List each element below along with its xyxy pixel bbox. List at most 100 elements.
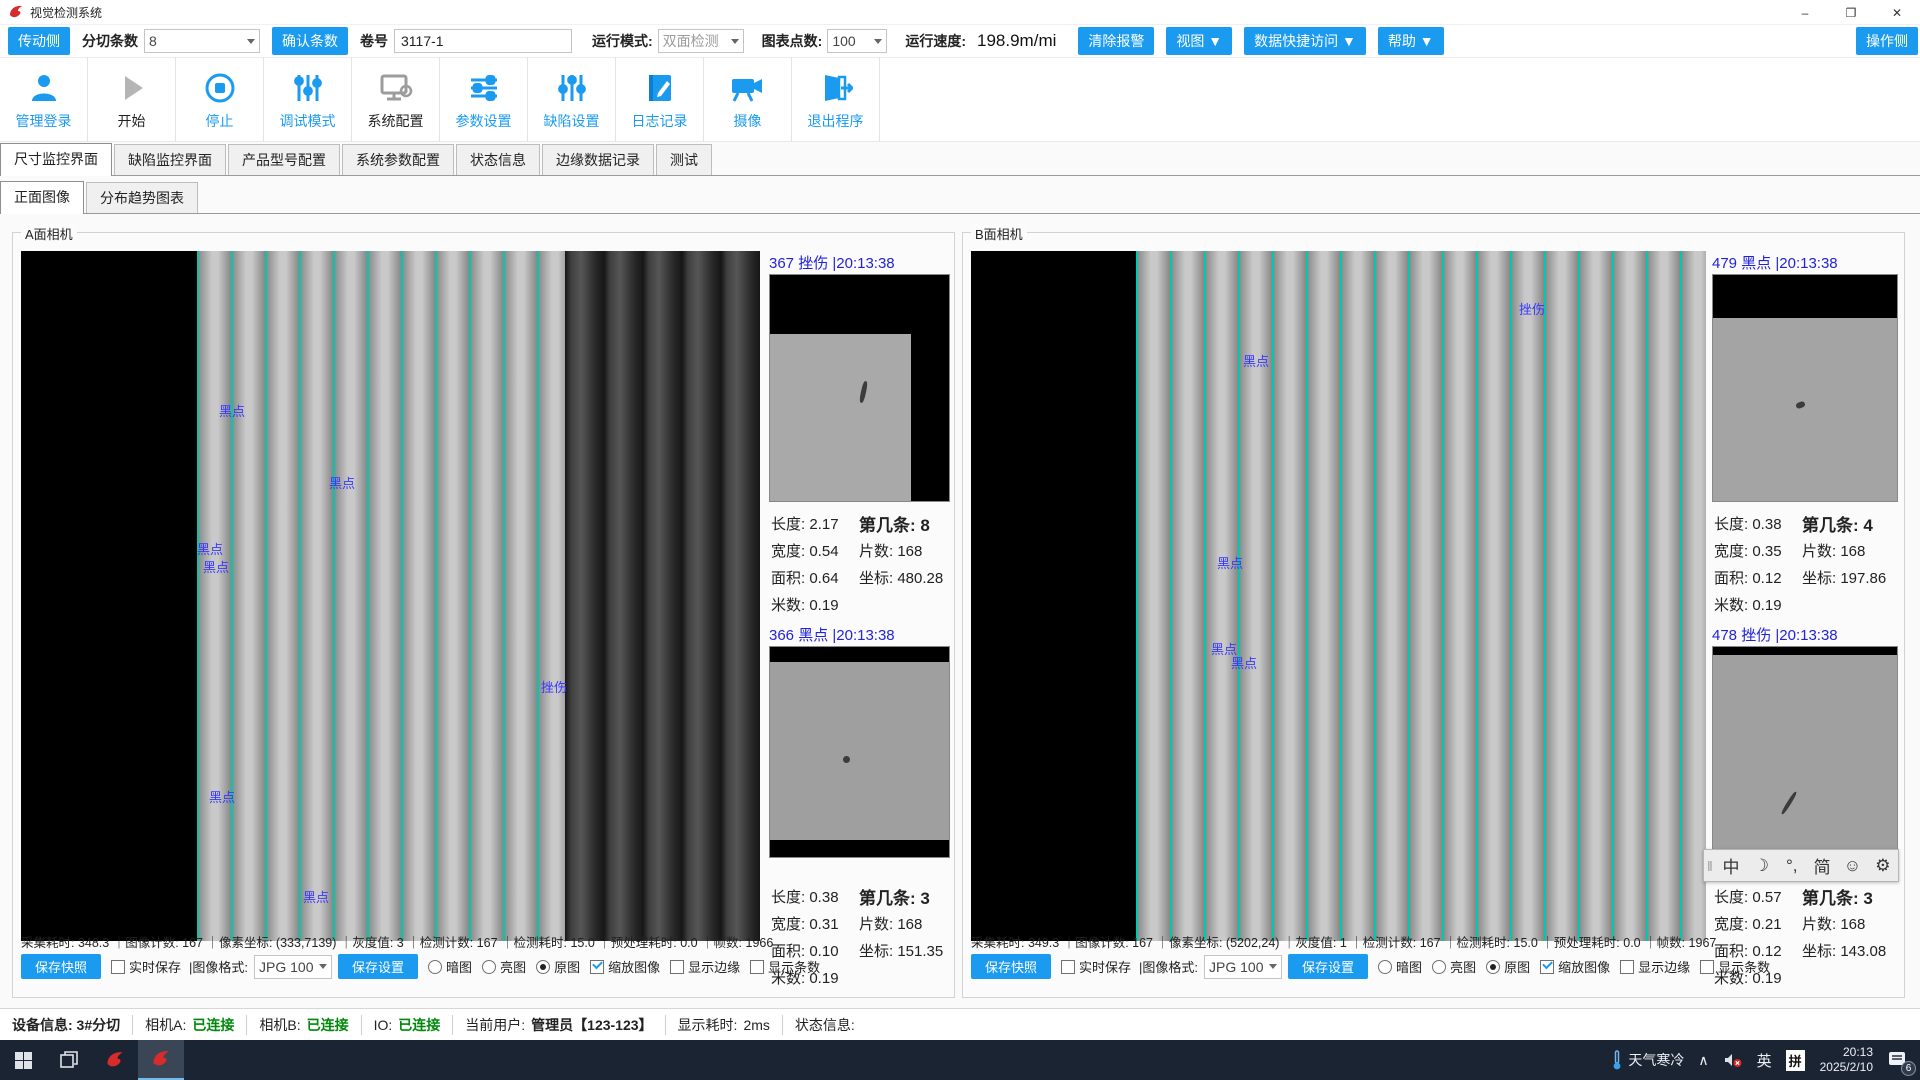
- toolbar-item-log-record[interactable]: 日志记录: [616, 58, 704, 141]
- minimize-button[interactable]: –: [1782, 0, 1828, 25]
- bright-image-radio[interactable]: 亮图: [472, 957, 526, 976]
- drive-side-button[interactable]: 传动侧: [8, 27, 70, 55]
- roll-number-input[interactable]: 3117-1: [394, 29, 572, 53]
- image-format-select[interactable]: JPG 100: [1204, 955, 1282, 979]
- slit-count-select[interactable]: 8: [144, 29, 260, 53]
- tab-test[interactable]: 测试: [656, 144, 712, 175]
- defect-header: 366 黑点 |20:13:38: [769, 624, 950, 645]
- ime-indicator[interactable]: 拼: [1779, 1040, 1812, 1080]
- notification-center[interactable]: 6: [1881, 1040, 1920, 1080]
- save-snapshot-button[interactable]: 保存快照: [21, 954, 101, 979]
- defect-header: 367 挫伤 |20:13:38: [769, 252, 950, 273]
- checkbox-icon: [1540, 960, 1554, 974]
- radio-icon: [1486, 960, 1500, 974]
- help-menu-button[interactable]: 帮助 ▼: [1378, 27, 1444, 55]
- save-settings-button[interactable]: 保存设置: [338, 954, 418, 979]
- defect-header: 479 黑点 |20:13:38: [1712, 252, 1898, 273]
- operator-side-button[interactable]: 操作侧: [1856, 27, 1918, 55]
- tab-status-info[interactable]: 状态信息: [456, 144, 540, 175]
- title-bar: 视觉检测系统 – ❐ ✕: [0, 0, 1920, 25]
- app-logo-icon: [105, 1050, 125, 1070]
- data-quick-access-menu-button[interactable]: 数据快捷访问 ▼: [1244, 27, 1366, 55]
- weather-widget[interactable]: 天气寒冷: [1603, 1040, 1691, 1080]
- tab-product-model-config[interactable]: 产品型号配置: [228, 144, 340, 175]
- camera-b-image: 挫伤黑点黑点黑点黑点: [971, 251, 1706, 941]
- volume-muted-icon[interactable]: [1716, 1040, 1750, 1080]
- save-snapshot-button[interactable]: 保存快照: [971, 954, 1051, 979]
- taskbar-app-active[interactable]: [138, 1040, 184, 1080]
- sliders-vertical-icon: [555, 69, 589, 107]
- moon-icon[interactable]: ☽: [1746, 856, 1776, 876]
- emoji-icon[interactable]: ☺: [1837, 856, 1867, 876]
- show-edge-checkbox[interactable]: 显示边缘: [1610, 957, 1690, 976]
- state-info-label: 状态信息:: [783, 1015, 867, 1035]
- task-view-button[interactable]: [46, 1040, 92, 1080]
- save-settings-button[interactable]: 保存设置: [1288, 954, 1368, 979]
- clear-alarm-button[interactable]: 清除报警: [1078, 27, 1154, 55]
- tab-system-param-config[interactable]: 系统参数配置: [342, 144, 454, 175]
- bright-image-radio[interactable]: 亮图: [1422, 957, 1476, 976]
- show-edge-checkbox[interactable]: 显示边缘: [660, 957, 740, 976]
- taskbar-app-pinned[interactable]: [92, 1040, 138, 1080]
- gear-icon[interactable]: ⚙: [1868, 856, 1898, 876]
- dark-image-radio[interactable]: 暗图: [1368, 957, 1422, 976]
- toolbar-item-camera[interactable]: 摄像: [704, 58, 792, 141]
- defect-stats: 长度: 2.17 第几条: 8 宽度: 0.54 片数: 168 面积: 0.6…: [771, 510, 952, 618]
- drag-handle-icon[interactable]: ‖: [1704, 858, 1716, 874]
- thermometer-icon: [1610, 1050, 1624, 1070]
- ime-mode-chinese[interactable]: 中: [1716, 853, 1746, 878]
- chart-points-select[interactable]: 100: [827, 29, 887, 53]
- image-format-select[interactable]: JPG 100: [254, 955, 332, 979]
- original-image-radio[interactable]: 原图: [526, 957, 580, 976]
- toolbar-item-defect-settings[interactable]: 缺陷设置: [528, 58, 616, 141]
- clock[interactable]: 20:13 2025/2/10: [1812, 1045, 1881, 1075]
- tray-chevron-up[interactable]: ∧: [1691, 1040, 1715, 1080]
- defect-image-label: 黑点: [329, 473, 355, 492]
- toolbar-item-admin-login[interactable]: 管理登录: [0, 58, 88, 141]
- maximize-button[interactable]: ❐: [1828, 0, 1874, 25]
- toolbar-item-exit[interactable]: 退出程序: [792, 58, 880, 141]
- start-button[interactable]: [0, 1040, 46, 1080]
- toolbar-item-debug-mode[interactable]: 调试模式: [264, 58, 352, 141]
- confirm-count-button[interactable]: 确认条数: [272, 27, 348, 55]
- run-speed-value[interactable]: 198.9m/mi: [971, 29, 1062, 53]
- toolbar-item-param-settings[interactable]: 参数设置: [440, 58, 528, 141]
- defect-stats: 长度: 0.57 第几条: 3 宽度: 0.21 片数: 168 面积: 0.1…: [1714, 883, 1900, 991]
- language-indicator[interactable]: 英: [1750, 1040, 1779, 1080]
- defect-image-label: 挫伤: [541, 677, 567, 696]
- punctuation-icon[interactable]: °,: [1777, 856, 1807, 876]
- original-image-radio[interactable]: 原图: [1476, 957, 1530, 976]
- task-view-icon: [60, 1051, 78, 1069]
- zoom-image-checkbox[interactable]: 缩放图像: [1530, 957, 1610, 976]
- radio-icon: [1378, 960, 1392, 974]
- realtime-save-checkbox[interactable]: 实时保存: [1051, 957, 1131, 976]
- zoom-image-checkbox[interactable]: 缩放图像: [580, 957, 660, 976]
- dark-image-radio[interactable]: 暗图: [418, 957, 472, 976]
- chevron-down-icon: [1269, 964, 1277, 969]
- camera-b-status-line: 采集耗时: 349.3 ｜图像计数: 167 ｜像素坐标: (5202,24) …: [971, 932, 1716, 951]
- defect-stats: 长度: 0.38 第几条: 3 宽度: 0.31 片数: 168 面积: 0.1…: [771, 883, 952, 991]
- checkbox-icon: [590, 960, 604, 974]
- toolbar-item-stop[interactable]: 停止: [176, 58, 264, 141]
- toolbar-item-start[interactable]: 开始: [88, 58, 176, 141]
- defect-thumbnail: [1712, 274, 1898, 502]
- defect-thumbnail: [769, 646, 950, 858]
- slit-count-label: 分切条数: [82, 31, 138, 51]
- tab-front-image[interactable]: 正面图像: [0, 181, 84, 214]
- tab-distribution-trend[interactable]: 分布趋势图表: [86, 182, 198, 213]
- windows-logo-icon: [15, 1052, 32, 1069]
- tab-edge-data-record[interactable]: 边缘数据记录: [542, 144, 654, 175]
- close-button[interactable]: ✕: [1874, 0, 1920, 25]
- tab-size-monitor[interactable]: 尺寸监控界面: [0, 143, 112, 176]
- realtime-save-checkbox[interactable]: 实时保存: [101, 957, 181, 976]
- exit-door-icon: [819, 69, 853, 107]
- simplified-chinese-icon[interactable]: 简: [1807, 853, 1837, 878]
- thumbnail-material-area: [770, 334, 911, 501]
- defect-thumbnail: [1712, 646, 1898, 858]
- radio-icon: [536, 960, 550, 974]
- checkbox-icon: [1061, 960, 1075, 974]
- toolbar-item-system-config[interactable]: 系统配置: [352, 58, 440, 141]
- tab-defect-monitor[interactable]: 缺陷监控界面: [114, 144, 226, 175]
- run-mode-select[interactable]: 双面检测: [658, 29, 744, 53]
- view-menu-button[interactable]: 视图 ▼: [1166, 27, 1232, 55]
